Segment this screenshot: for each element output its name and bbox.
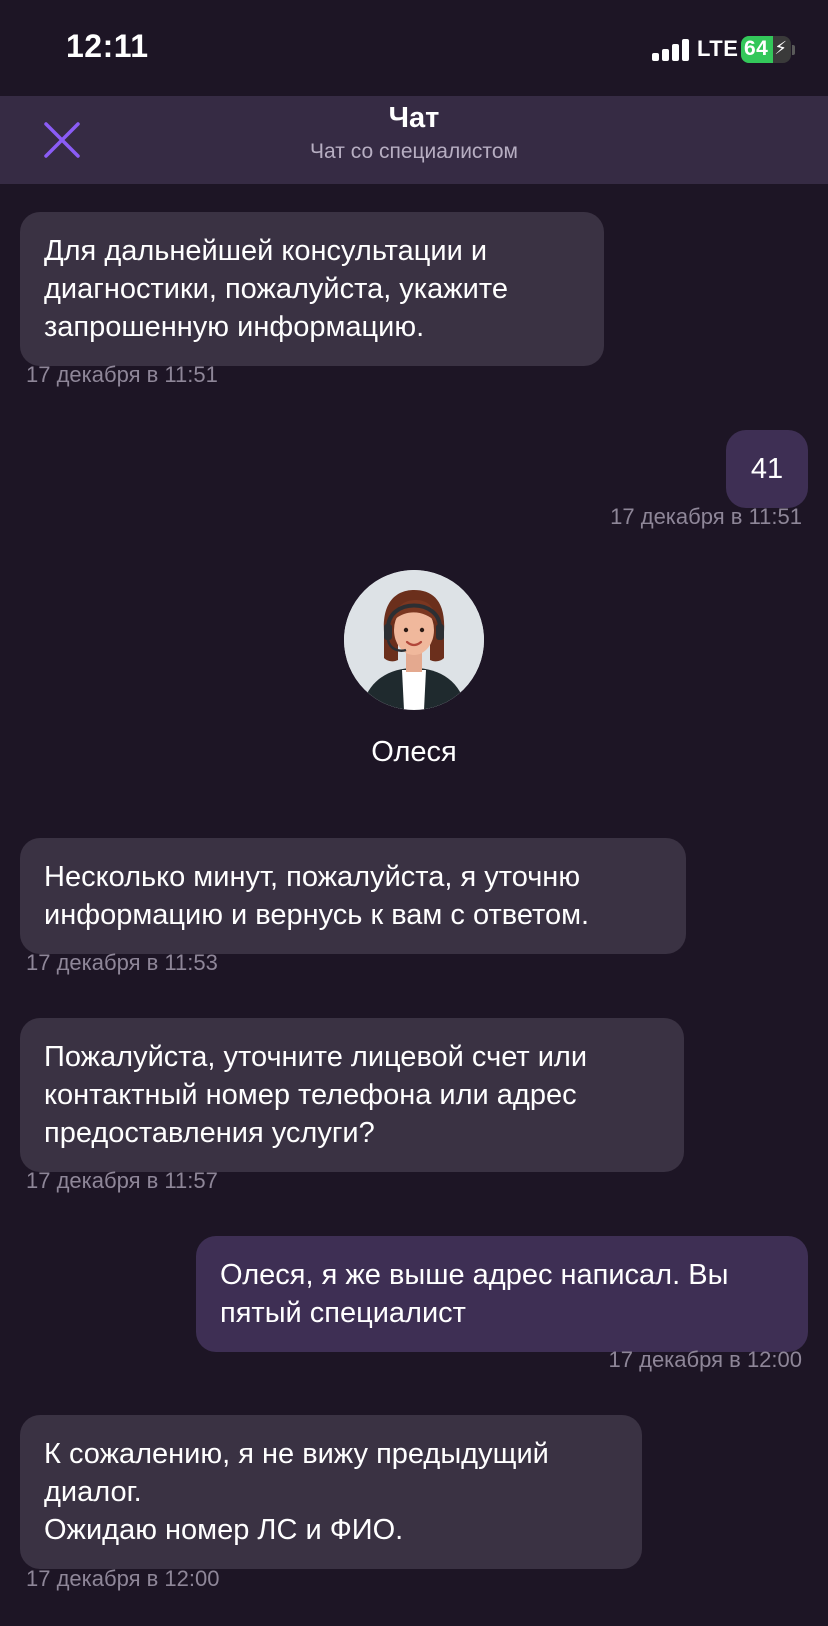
message-timestamp: 17 декабря в 11:51: [26, 362, 218, 387]
incoming-message-bubble[interactable]: Пожалуйста, уточните лицевой счет или ко…: [20, 1018, 684, 1172]
outgoing-message-bubble[interactable]: Олеся, я же выше адрес написал. Вы пятый…: [196, 1236, 808, 1352]
signal-icon: [652, 39, 690, 61]
chat-header: Чат Чат со специалистом: [0, 96, 828, 184]
status-time: 12:11: [66, 28, 149, 64]
message-timestamp: 17 декабря в 11:51: [610, 504, 802, 529]
status-bar: 12:11 LTE 64 ⚡: [0, 0, 828, 96]
message-timestamp: 17 декабря в 11:57: [26, 1168, 218, 1193]
incoming-message-bubble[interactable]: Несколько минут, пожалуйста, я уточню ин…: [20, 838, 686, 954]
outgoing-message-bubble[interactable]: 41: [726, 430, 808, 508]
charging-icon: ⚡: [774, 38, 787, 58]
chat-screen: 12:11 LTE 64 ⚡ Чат Чат со специалистом Д…: [0, 0, 828, 1626]
message-timestamp: 17 декабря в 12:00: [26, 1566, 220, 1591]
agent-name: Олеся: [371, 736, 457, 768]
operator-avatar-icon: [344, 570, 484, 710]
network-type: LTE: [697, 36, 739, 61]
avatar: [344, 570, 484, 710]
incoming-message-bubble[interactable]: Для дальнейшей консультации и диагностик…: [20, 212, 604, 366]
battery-cap: [792, 45, 795, 55]
battery-percent: 64: [744, 37, 769, 60]
battery-icon: 64 ⚡: [741, 36, 791, 63]
page-title: Чат: [388, 102, 440, 134]
message-timestamp: 17 декабря в 11:53: [26, 950, 218, 975]
page-subtitle: Чат со специалистом: [310, 140, 518, 163]
message-timestamp: 17 декабря в 12:00: [608, 1347, 802, 1372]
incoming-message-bubble[interactable]: К сожалению, я не вижу предыдущий диалог…: [20, 1415, 642, 1569]
